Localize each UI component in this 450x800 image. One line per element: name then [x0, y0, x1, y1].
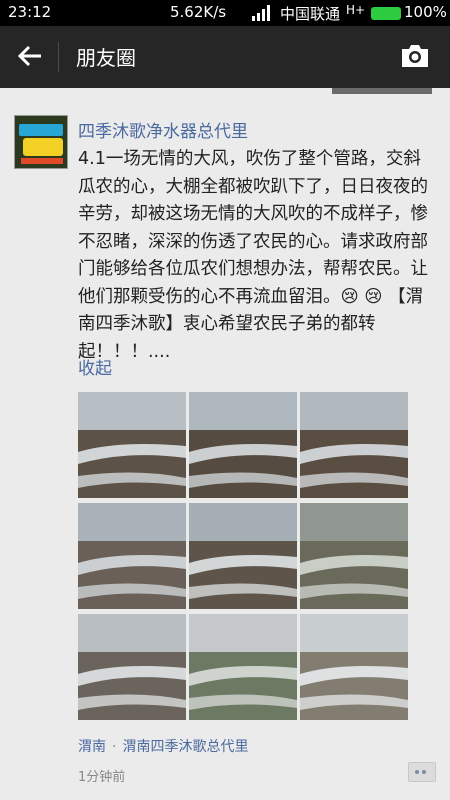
battery-percent: 100%: [404, 3, 447, 21]
photo-thumbnail[interactable]: [189, 503, 297, 609]
app-bar-divider: [58, 42, 59, 72]
photo-thumbnail[interactable]: [300, 392, 408, 498]
photo-grid: [78, 392, 408, 721]
photo-thumbnail[interactable]: [78, 503, 186, 609]
battery-icon: [371, 7, 401, 20]
camera-icon[interactable]: [398, 39, 432, 73]
previous-post-edge: [332, 88, 432, 94]
location-separator: ·: [112, 739, 117, 755]
carrier-name: 中国联通: [280, 5, 341, 23]
photo-thumbnail[interactable]: [300, 614, 408, 720]
location-name[interactable]: 渭南四季沐歌总代里: [122, 739, 248, 755]
photo-thumbnail[interactable]: [300, 503, 408, 609]
clock: 23:12: [8, 3, 52, 21]
arrow-left-icon[interactable]: [14, 40, 46, 72]
photo-thumbnail[interactable]: [78, 392, 186, 498]
author-name[interactable]: 四季沐歌净水器总代里: [78, 117, 248, 142]
page-title: 朋友圈: [76, 46, 136, 70]
post-text: 4.1一场无情的大风，吹伤了整个管路，交斜瓜农的心，大棚全都被吹趴下了，日日夜夜…: [78, 149, 428, 362]
avatar-stripe: [21, 158, 63, 164]
collapse-link[interactable]: 收起: [78, 354, 112, 379]
post-location: 渭南 · 渭南四季沐歌总代里: [78, 736, 248, 756]
app-bar: 朋友圈: [0, 26, 450, 88]
status-bar: 23:12 5.62K/s 中国联通 H+ 100%: [0, 0, 450, 26]
photo-thumbnail[interactable]: [189, 392, 297, 498]
avatar-banner: [19, 124, 63, 136]
photo-thumbnail[interactable]: [78, 614, 186, 720]
post-time: 1分钟前: [78, 770, 126, 785]
network-speed: 5.62K/s: [170, 3, 227, 21]
location-city[interactable]: 渭南: [78, 739, 106, 755]
photo-thumbnail[interactable]: [189, 614, 297, 720]
comment-icon[interactable]: [408, 762, 436, 782]
avatar-logo: [23, 138, 63, 156]
signal-icon: [252, 5, 270, 21]
network-type: H+: [346, 3, 366, 17]
avatar[interactable]: [14, 115, 68, 169]
